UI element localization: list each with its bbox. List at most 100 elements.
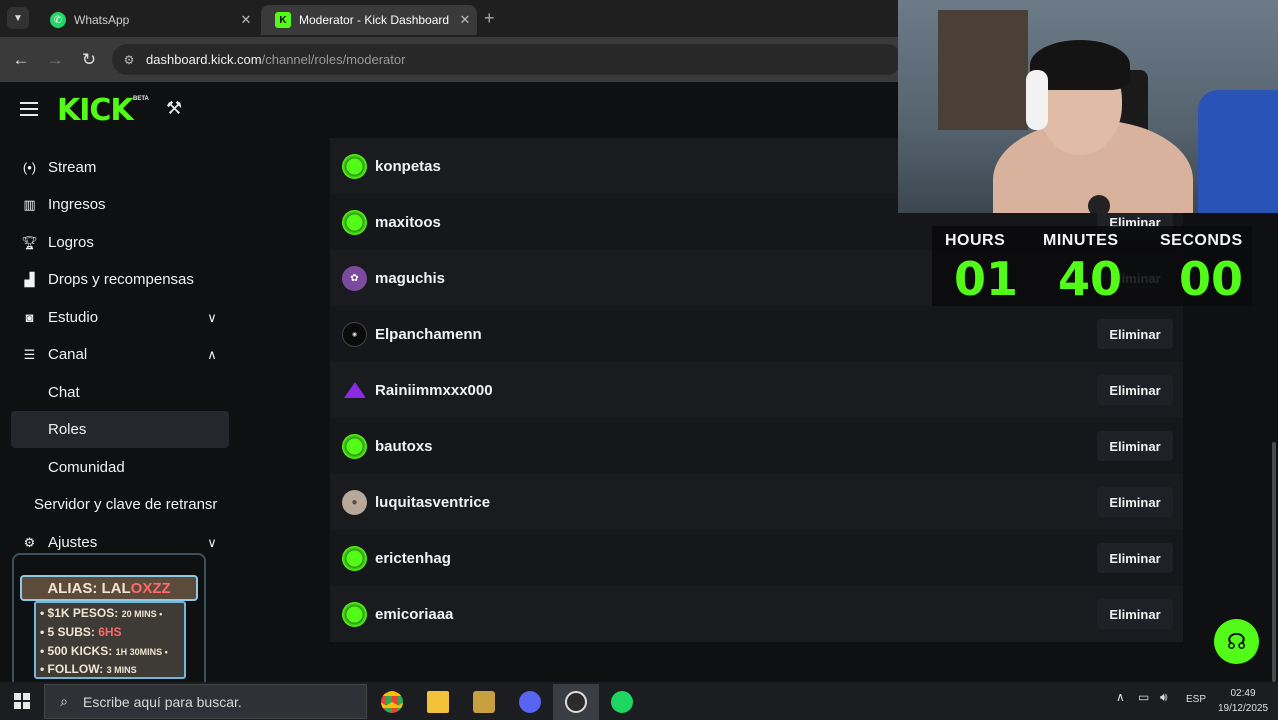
sidebar-item-label: Logros <box>48 234 94 251</box>
taskbar-clock[interactable]: 02:49 19/12/2025 <box>1212 686 1274 716</box>
site-info-icon[interactable]: ⚙ <box>112 53 146 67</box>
sidebar-item-canal[interactable]: ☰ Canal ∧ <box>11 336 229 373</box>
trophy-icon: 🏆︎ <box>21 234 38 250</box>
chevron-up-icon[interactable]: ∧ <box>1116 690 1125 704</box>
timer-minutes-value: 40 <box>1058 252 1123 306</box>
avatar <box>342 378 367 403</box>
studio-icon: ◙ <box>25 310 34 325</box>
broadcast-icon: (•) <box>22 160 37 175</box>
chevron-down-icon: ∨ <box>207 309 217 325</box>
sidebar-item-label: Servidor y clave de retransr <box>34 496 218 513</box>
taskbar-app-icon[interactable] <box>461 684 507 720</box>
alias-highlight: OXZZ <box>130 579 171 597</box>
kick-header <box>0 82 900 138</box>
alias-prefix: ALIAS: LAL <box>47 579 131 597</box>
channel-icon: ☰ <box>23 346 36 362</box>
menu-icon[interactable] <box>20 102 38 116</box>
moderator-row: erictenhag Eliminar <box>330 530 1183 586</box>
remove-button[interactable]: Eliminar <box>1097 543 1173 573</box>
tab-moderator[interactable]: K Moderator - Kick Dashboard ✕ <box>261 5 477 35</box>
taskbar-discord-icon[interactable] <box>507 684 553 720</box>
moderator-name[interactable]: erictenhag <box>375 550 1097 567</box>
moderator-name[interactable]: bautoxs <box>375 438 1097 455</box>
timer-hours-label: HOURS <box>945 232 1006 249</box>
moderator-name[interactable]: emicoriaaa <box>375 606 1097 623</box>
moderator-row: emicoriaaa Eliminar <box>330 586 1183 642</box>
tab-whatsapp[interactable]: ✆ WhatsApp ✕ <box>36 5 258 35</box>
sidebar-item-comunidad[interactable]: Comunidad <box>11 449 229 486</box>
tab-search-dropdown-icon[interactable]: ▼ <box>7 7 29 29</box>
sidebar-item-roles[interactable]: Roles <box>11 411 229 448</box>
search-icon: ⌕ <box>60 693 68 709</box>
sidebar-item-label: Ajustes <box>48 534 98 551</box>
language-indicator[interactable]: ESP <box>1186 694 1206 705</box>
taskbar-search-input[interactable]: ⌕ Escribe aquí para buscar. <box>44 684 367 719</box>
webcam-bed <box>1198 90 1278 213</box>
avatar <box>342 601 367 627</box>
clock-date: 19/12/2025 <box>1217 703 1269 714</box>
moderator-name[interactable]: luquitasventrice <box>375 494 1097 511</box>
tab-title: Moderator - Kick Dashboard <box>299 13 450 27</box>
close-tab-icon[interactable]: ✕ <box>453 12 477 28</box>
sidebar-item-label: Ingresos <box>48 196 106 213</box>
moderator-row: Rainiimmxxx000 Eliminar <box>330 362 1183 418</box>
microphone-icon <box>1088 195 1110 213</box>
browser-toolbar: ← → ↻ ⚙ dashboard.kick.com/channel/roles… <box>0 37 902 82</box>
taskbar-spotify-icon[interactable] <box>599 684 645 720</box>
alias-line: • $1K PESOS: 20 MINS • <box>40 606 163 620</box>
chevron-up-icon: ∧ <box>207 346 217 362</box>
network-icon[interactable]: ▭ <box>1138 690 1149 704</box>
taskbar-chrome-icon[interactable] <box>369 684 415 720</box>
remove-button[interactable]: Eliminar <box>1097 431 1173 461</box>
webcam-overlay <box>898 0 1278 213</box>
windows-start-icon[interactable] <box>14 693 30 709</box>
taskbar-folder-icon[interactable] <box>415 684 461 720</box>
clock-time: 02:49 <box>1230 688 1256 699</box>
sidebar-item-drops[interactable]: ▟ Drops y recompensas <box>11 261 229 298</box>
moderator-row: bautoxs Eliminar <box>330 418 1183 474</box>
remove-button[interactable]: Eliminar <box>1097 375 1173 405</box>
kick-icon: K <box>275 12 291 28</box>
volume-icon[interactable]: 🔊︎ <box>1160 690 1168 705</box>
sidebar-item-logros[interactable]: 🏆︎ Logros <box>11 224 229 261</box>
sidebar-item-label: Estudio <box>48 309 99 326</box>
page-scrollbar[interactable] <box>1272 442 1276 682</box>
new-tab-icon[interactable]: + <box>484 8 495 29</box>
sidebar-item-label: Stream <box>48 159 97 176</box>
alias-plate: ALIAS: LAL OXZZ <box>20 575 198 601</box>
timer-seconds-label: SECONDS <box>1160 232 1243 249</box>
sidebar-item-label: Canal <box>48 346 88 363</box>
taskbar-obs-icon[interactable] <box>553 684 599 720</box>
address-bar[interactable]: ⚙ dashboard.kick.com/channel/roles/moder… <box>112 44 902 75</box>
forward-icon[interactable]: → <box>38 50 72 70</box>
remove-button[interactable]: Eliminar <box>1097 599 1173 629</box>
back-icon[interactable]: ← <box>4 50 38 70</box>
alias-line: • 5 SUBS: 6HS <box>40 625 122 639</box>
avatar: ✿ <box>342 265 367 291</box>
sidebar-item-ingresos[interactable]: ▥ Ingresos <box>11 186 229 223</box>
reload-icon[interactable]: ↻ <box>72 50 106 70</box>
moderator-name[interactable]: Rainiimmxxx000 <box>375 382 1097 399</box>
sidebar-item-stream[interactable]: (•) Stream <box>11 149 229 186</box>
avatar: ◉ <box>342 321 367 347</box>
sidebar-item-label: Drops y recompensas <box>48 271 194 288</box>
alias-line: • FOLLOW: 3 MINS <box>40 662 137 676</box>
hammer-icon[interactable]: ⚒ <box>166 98 182 119</box>
kick-logo[interactable]: KICK <box>57 93 134 128</box>
alias-board: • $1K PESOS: 20 MINS • • 5 SUBS: 6HS • 5… <box>34 601 186 679</box>
support-chat-button[interactable]: ☊ <box>1214 619 1259 664</box>
sidebar-item-chat[interactable]: Chat <box>11 374 229 411</box>
sidebar-item-label: Comunidad <box>48 459 125 476</box>
moderator-name[interactable]: Elpanchamenn <box>375 326 1097 343</box>
remove-button[interactable]: Eliminar <box>1097 319 1173 349</box>
remove-button[interactable]: Eliminar <box>1097 487 1173 517</box>
whatsapp-icon: ✆ <box>50 12 66 28</box>
sidebar-item-label: Chat <box>48 384 80 401</box>
sidebar-item-servidor[interactable]: Servidor y clave de retransr <box>26 486 236 523</box>
sidebar-item-estudio[interactable]: ◙ Estudio ∨ <box>11 299 229 336</box>
timer-seconds-value: 00 <box>1179 252 1244 306</box>
search-placeholder: Escribe aquí para buscar. <box>83 693 242 710</box>
close-tab-icon[interactable]: ✕ <box>234 12 258 28</box>
headset-icon: ☊ <box>1226 628 1247 654</box>
chart-icon: ▥ <box>23 196 36 212</box>
